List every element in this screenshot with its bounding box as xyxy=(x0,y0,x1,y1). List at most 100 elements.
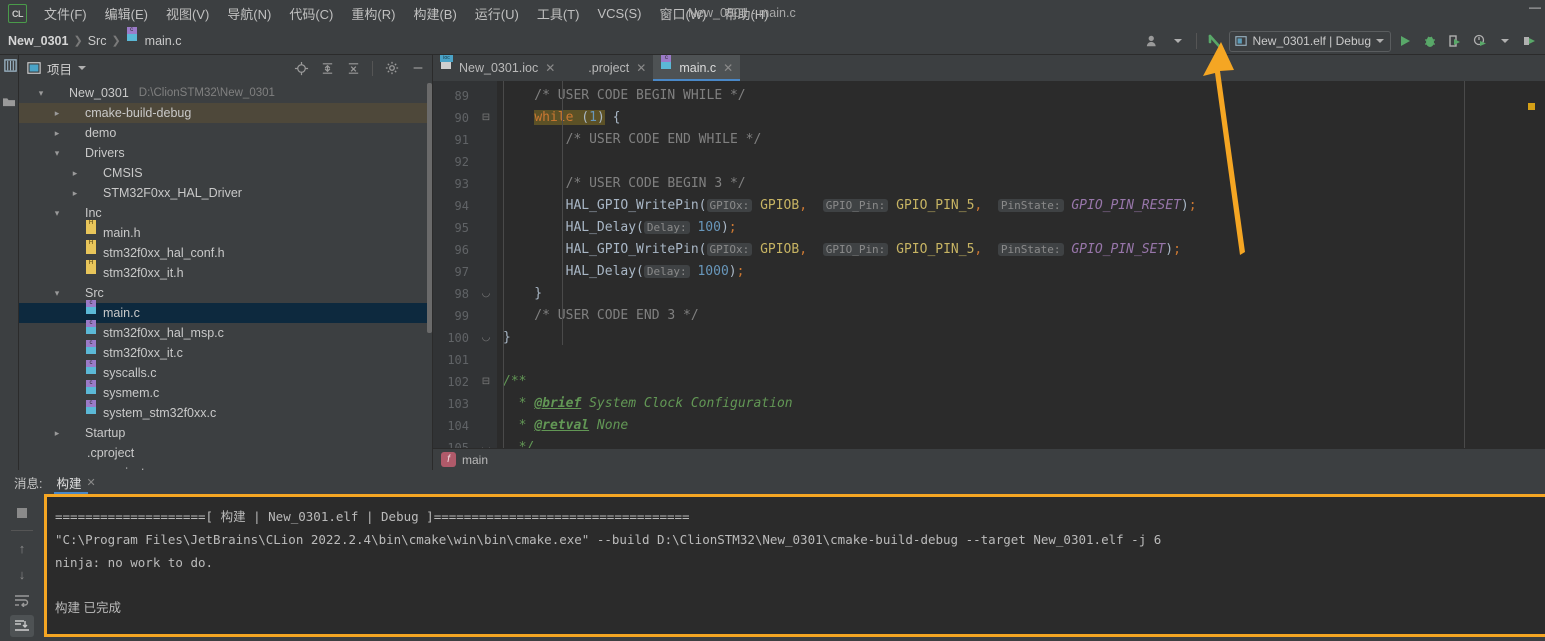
tree-row-cmake-build-debug[interactable]: ▸ cmake-build-debug xyxy=(19,103,432,123)
close-icon[interactable]: ✕ xyxy=(545,61,555,75)
run-with-coverage-icon[interactable] xyxy=(1444,30,1466,52)
menu-tools[interactable]: 工具(T) xyxy=(528,0,589,27)
project-tree[interactable]: ▾ New_0301 D:\ClionSTM32\New_0301 ▸ cmak… xyxy=(19,81,432,470)
menu-run[interactable]: 运行(U) xyxy=(466,0,528,27)
tab-new-0301-ioc[interactable]: New_0301.ioc ✕ xyxy=(433,55,562,81)
close-icon[interactable]: ✕ xyxy=(636,61,646,75)
tree-row-mxproject[interactable]: .mxproject xyxy=(19,463,432,470)
tree-row-main-c[interactable]: main.c xyxy=(19,303,432,323)
chevron-down-icon[interactable]: ▾ xyxy=(35,88,47,99)
menu-code[interactable]: 代码(C) xyxy=(280,0,342,27)
code-line: } xyxy=(503,286,543,301)
menu-bar: CL 文件(F) 编辑(E) 视图(V) 导航(N) 代码(C) 重构(R) 构… xyxy=(0,0,1545,27)
close-icon[interactable]: ✕ xyxy=(87,476,96,489)
tree-label: cmake-build-debug xyxy=(85,106,192,120)
collapse-all-icon[interactable] xyxy=(343,58,363,78)
window-controls[interactable]: — xyxy=(1529,0,1541,14)
tree-row-stm32f0xx-it-h[interactable]: stm32f0xx_it.h xyxy=(19,263,432,283)
tree-label: Startup xyxy=(85,426,126,440)
chevron-down-icon[interactable] xyxy=(78,66,87,70)
menu-refactor[interactable]: 重构(R) xyxy=(342,0,404,27)
tree-row-src[interactable]: ▾ Src xyxy=(19,283,432,303)
tree-row-startup[interactable]: ▸ Startup xyxy=(19,423,432,443)
chevron-right-icon[interactable]: ▸ xyxy=(69,168,81,179)
menu-build[interactable]: 构建(B) xyxy=(404,0,465,27)
expand-all-icon[interactable] xyxy=(317,58,337,78)
fold-marker-doc[interactable]: ⊟ xyxy=(475,371,497,393)
chevron-right-icon[interactable]: ▸ xyxy=(51,108,63,119)
tree-row-demo[interactable]: ▸ demo xyxy=(19,123,432,143)
menu-view[interactable]: 视图(V) xyxy=(157,0,218,27)
line-number: 102 xyxy=(447,375,469,389)
chevron-down-icon[interactable]: ▾ xyxy=(51,208,63,219)
settings-gear-icon[interactable] xyxy=(382,58,402,78)
tree-row-cmsis[interactable]: ▸ CMSIS xyxy=(19,163,432,183)
breadcrumb-file[interactable]: main.c xyxy=(145,34,182,48)
tree-row-cproject[interactable]: .cproject xyxy=(19,443,432,463)
line-number: 92 xyxy=(454,155,469,169)
tab-project[interactable]: .project ✕ xyxy=(562,55,653,81)
profile-icon[interactable] xyxy=(1469,30,1491,52)
fold-marker-doc-end[interactable]: ◡ xyxy=(475,437,497,448)
tree-row-main-h[interactable]: main.h xyxy=(19,223,432,243)
chevron-down-icon[interactable]: ▾ xyxy=(51,148,63,159)
run-icon[interactable] xyxy=(1394,30,1416,52)
menu-file[interactable]: 文件(F) xyxy=(35,0,96,27)
chevron-right-icon[interactable]: ▸ xyxy=(51,128,63,139)
sidebar-item-structure[interactable] xyxy=(2,95,16,110)
tree-label: stm32f0xx_hal_msp.c xyxy=(103,326,224,340)
breadcrumb-folder[interactable]: Src xyxy=(88,34,107,48)
line-number: 98 xyxy=(454,287,469,301)
locate-target-icon[interactable] xyxy=(291,58,311,78)
tree-row-stm32f0xx-it-c[interactable]: stm32f0xx_it.c xyxy=(19,343,432,363)
tree-row-stm32f0xx-hal-driver[interactable]: ▸ STM32F0xx_HAL_Driver xyxy=(19,183,432,203)
tree-row-inc[interactable]: ▾ Inc xyxy=(19,203,432,223)
debug-bug-icon[interactable] xyxy=(1419,30,1441,52)
hide-panel-icon[interactable] xyxy=(408,58,428,78)
code-folding-gutter[interactable]: ⊟ ◡ ◡ ⊟ ◡ xyxy=(475,81,497,448)
fold-marker-while-end[interactable]: ◡ xyxy=(475,283,497,305)
menu-navigate[interactable]: 导航(N) xyxy=(218,0,280,27)
run-configuration-selector[interactable]: New_0301.elf | Debug xyxy=(1229,30,1391,52)
menu-edit[interactable]: 编辑(E) xyxy=(96,0,157,27)
code-editor[interactable]: 89 90 91 92 93 94 95 96 97 98 99 100 101… xyxy=(433,81,1545,448)
soft-wrap-icon[interactable] xyxy=(10,589,34,611)
tree-row-stm32f0xx-hal-msp-c[interactable]: stm32f0xx_hal_msp.c xyxy=(19,323,432,343)
close-icon[interactable]: ✕ xyxy=(723,61,733,75)
chevron-down-icon[interactable]: ▾ xyxy=(51,288,63,299)
tree-label: .cproject xyxy=(87,446,135,460)
chevron-right-icon[interactable]: ▸ xyxy=(51,428,63,439)
breadcrumb-project[interactable]: New_0301 xyxy=(8,34,68,48)
warning-marker-icon[interactable] xyxy=(1528,103,1535,110)
tree-row-syscalls-c[interactable]: syscalls.c xyxy=(19,363,432,383)
breadcrumb-function[interactable]: main xyxy=(462,453,488,467)
chevron-right-icon[interactable]: ▸ xyxy=(69,188,81,199)
tree-row-new-0301[interactable]: ▾ New_0301 D:\ClionSTM32\New_0301 xyxy=(19,83,432,103)
tree-row-system-stm32f0xx-c[interactable]: system_stm32f0xx.c xyxy=(19,403,432,423)
project-tree-scrollbar[interactable] xyxy=(427,83,432,333)
menu-vcs[interactable]: VCS(S) xyxy=(588,2,650,25)
fold-marker-fn-end[interactable]: ◡ xyxy=(475,327,497,349)
next-occurrence-icon[interactable]: ↓ xyxy=(10,563,34,585)
folder-icon xyxy=(85,187,99,200)
folder-icon xyxy=(67,147,81,160)
prev-occurrence-icon[interactable]: ↑ xyxy=(10,537,34,559)
avatar-dropdown-icon[interactable] xyxy=(1167,30,1189,52)
user-avatar-icon[interactable] xyxy=(1142,30,1164,52)
tab-main-c[interactable]: main.c ✕ xyxy=(653,55,741,81)
build-hammer-icon[interactable] xyxy=(1204,30,1226,52)
build-console-output[interactable]: ====================[ 构建 | New_0301.elf … xyxy=(44,494,1545,637)
sidebar-item-project[interactable] xyxy=(1,57,18,74)
tab-build[interactable]: 构建 ✕ xyxy=(54,470,96,494)
tree-label: STM32F0xx_HAL_Driver xyxy=(103,186,242,200)
code-text-area[interactable]: /* USER CODE BEGIN WHILE */ while (1) { … xyxy=(497,81,1545,448)
scroll-to-end-icon[interactable] xyxy=(10,615,34,637)
tree-row-sysmem-c[interactable]: sysmem.c xyxy=(19,383,432,403)
tree-row-drivers[interactable]: ▾ Drivers xyxy=(19,143,432,163)
tree-row-stm32f0xx-hal-conf-h[interactable]: stm32f0xx_hal_conf.h xyxy=(19,243,432,263)
stop-icon[interactable] xyxy=(10,502,34,524)
fold-marker-while[interactable]: ⊟ xyxy=(475,107,497,129)
attach-process-icon[interactable] xyxy=(1519,30,1541,52)
profile-dropdown-icon[interactable] xyxy=(1494,30,1516,52)
